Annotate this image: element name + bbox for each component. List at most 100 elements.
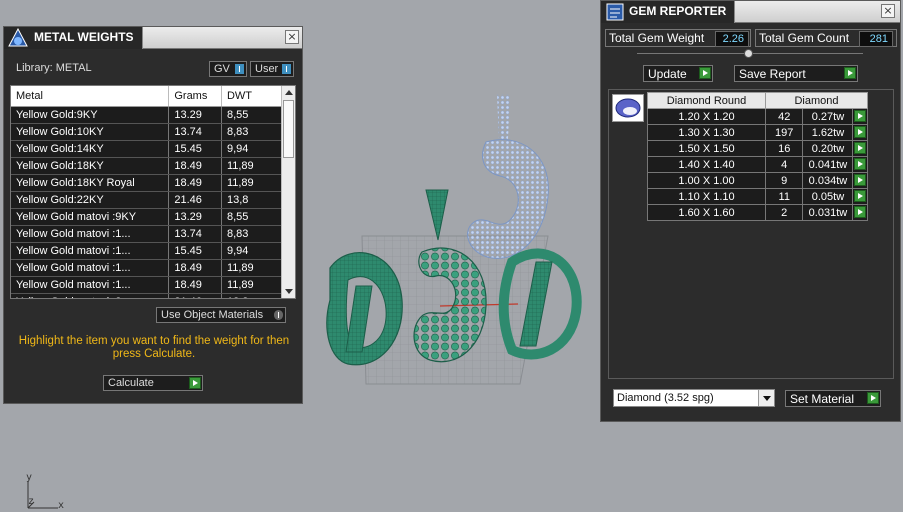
use-object-materials-radio-icon: [274, 310, 283, 320]
metal-cell-grams: 13.29: [168, 106, 222, 124]
total-gem-weight-value: 2.26: [715, 31, 749, 47]
metal-table-row[interactable]: Yellow Gold:10KY 13.74 8,83: [11, 123, 284, 141]
gem-cell-count: 4: [764, 156, 804, 173]
gem-row-select-button[interactable]: [852, 124, 868, 141]
update-button[interactable]: Update: [643, 65, 713, 82]
metal-cell-dwt: 13,8: [221, 293, 284, 298]
metal-cell-dwt: 13,8: [221, 191, 284, 209]
col-dwt-header[interactable]: DWT: [221, 86, 284, 107]
save-report-button[interactable]: Save Report: [734, 65, 858, 82]
calculate-label: Calculate: [108, 377, 154, 389]
metal-table-scrollbar[interactable]: [281, 86, 295, 298]
col-metal-header[interactable]: Metal: [11, 86, 170, 107]
gem-row-select-button[interactable]: [852, 140, 868, 157]
diamond-round-thumbnail[interactable]: [612, 94, 644, 122]
splitter-handle[interactable]: [637, 49, 863, 58]
metal-table-row[interactable]: Yellow Gold matovi :1... 18.49 11,89: [11, 259, 284, 277]
gem-row-select-button[interactable]: [852, 172, 868, 189]
gem-cell-count: 9: [764, 172, 804, 189]
gem-reporter-close-button[interactable]: ×: [881, 4, 895, 18]
metal-table-row[interactable]: Yellow Gold:22KY 21.46 13,8: [11, 191, 284, 209]
gem-table-row[interactable]: 1.50 X 1.50 16 0.20tw: [647, 140, 868, 157]
gem-row-go-icon: [854, 190, 867, 202]
metal-cell-metal: Yellow Gold matovi :1...: [11, 242, 170, 260]
metal-cell-dwt: 11,89: [221, 259, 284, 277]
metal-table-row[interactable]: Yellow Gold:14KY 15.45 9,94: [11, 140, 284, 158]
metal-table-row[interactable]: Yellow Gold matovi :2...21.4613,8: [11, 293, 284, 298]
metal-table-row[interactable]: Yellow Gold:18KY Royal 18.49 11,89: [11, 174, 284, 192]
gem-reporter-panel: GEM REPORTER × Total Gem Weight 2.26 Tot…: [600, 0, 901, 422]
metal-cell-dwt: 8,55: [221, 208, 284, 226]
gem-row-go-icon: [854, 110, 867, 122]
total-gem-count-value: 281: [859, 31, 893, 47]
metal-table-row[interactable]: Yellow Gold:9KY 13.29 8,55: [11, 106, 284, 124]
gem-cell-weight: 0.20tw: [802, 140, 854, 157]
gem-cell-weight: 1.62tw: [802, 124, 854, 141]
axis-y-label: y: [26, 472, 33, 483]
chevron-down-icon[interactable]: [758, 390, 774, 406]
gv-toggle-button[interactable]: GV: [209, 61, 247, 77]
gem-row-select-button[interactable]: [852, 204, 868, 221]
metal-cell-dwt: 8,55: [221, 106, 284, 124]
gem-reporter-logo-icon: [606, 3, 624, 21]
metal-table-row[interactable]: Yellow Gold matovi :1... 18.49 11,89: [11, 276, 284, 294]
set-material-go-icon: [867, 392, 879, 404]
gem-table: Diamond Round Diamond 1.20 X 1.20 42 0.27t…: [647, 92, 868, 221]
gem-table-row[interactable]: 1.10 X 1.10 11 0.05tw: [647, 188, 868, 205]
metal-table[interactable]: Metal Grams DWT Yellow Gold:9KY 13.29 8,55…: [10, 85, 296, 299]
calculate-button[interactable]: Calculate: [103, 375, 203, 391]
scroll-up-icon[interactable]: [285, 90, 293, 95]
gem-table-row[interactable]: 1.40 X 1.40 4 0.041tw: [647, 156, 868, 173]
gem-row-go-icon: [854, 126, 867, 138]
gem-reporter-titlebar[interactable]: GEM REPORTER ×: [601, 1, 900, 23]
gem-row-select-button[interactable]: [852, 156, 868, 173]
metal-weights-title-tab: METAL WEIGHTS: [4, 27, 143, 49]
axis-z-label: z: [28, 496, 35, 507]
metal-table-row[interactable]: Yellow Gold matovi :1... 15.45 9,94: [11, 242, 284, 260]
gem-row-select-button[interactable]: [852, 108, 868, 125]
set-material-button[interactable]: Set Material: [785, 390, 881, 407]
calculate-hint: Highlight the item you want to find the …: [18, 335, 290, 360]
gem-cell-size: 1.40 X 1.40: [647, 156, 766, 173]
col-grams-header[interactable]: Grams: [168, 86, 222, 107]
metal-cell-grams: 13.74: [168, 123, 222, 141]
gem-row-go-icon: [854, 158, 867, 170]
metal-cell-grams: 15.45: [168, 242, 222, 260]
gem-table-row[interactable]: 1.00 X 1.00 9 0.034tw: [647, 172, 868, 189]
metal-table-grid: Metal Grams DWT Yellow Gold:9KY 13.29 8,55…: [11, 86, 284, 298]
gem-row-select-button[interactable]: [852, 188, 868, 205]
metal-table-row[interactable]: Yellow Gold matovi :9KY 13.29 8,55: [11, 208, 284, 226]
scroll-down-icon[interactable]: [285, 289, 293, 294]
use-object-materials-toggle[interactable]: Use Object Materials: [156, 307, 286, 323]
splitter-knob-icon[interactable]: [744, 49, 753, 58]
metal-cell-metal: Yellow Gold:18KY: [11, 157, 170, 175]
metal-weights-logo-icon: [8, 28, 28, 47]
scroll-thumb[interactable]: [283, 100, 294, 158]
material-select[interactable]: Diamond (3.52 spg): [613, 389, 775, 407]
metal-table-row[interactable]: Yellow Gold:18KY 18.49 11,89: [11, 157, 284, 175]
metal-weights-titlebar[interactable]: METAL WEIGHTS ×: [4, 27, 302, 49]
gv-toggle-label: GV: [214, 63, 230, 75]
library-label: Library: METAL: [16, 62, 92, 74]
gem-table-row[interactable]: 1.60 X 1.60 2 0.031tw: [647, 204, 868, 221]
metal-cell-grams: 15.45: [168, 140, 222, 158]
metal-cell-dwt: 8,83: [221, 123, 284, 141]
metal-table-header: Metal Grams DWT: [11, 86, 284, 107]
user-toggle-button[interactable]: User: [250, 61, 294, 77]
green-bail: [425, 189, 449, 241]
col-diamond-round-header: Diamond Round: [647, 92, 766, 109]
save-report-go-icon: [844, 67, 856, 79]
metal-cell-metal: Yellow Gold matovi :1...: [11, 225, 170, 243]
blue-bail: [497, 94, 510, 140]
metal-cell-metal: Yellow Gold:10KY: [11, 123, 170, 141]
gem-row-go-icon: [854, 142, 867, 154]
gem-cell-weight: 0.041tw: [802, 156, 854, 173]
gem-table-row[interactable]: 1.20 X 1.20 42 0.27tw: [647, 108, 868, 125]
metal-weights-close-button[interactable]: ×: [285, 30, 299, 44]
metal-cell-metal: Yellow Gold:14KY: [11, 140, 170, 158]
gem-list-area: Diamond Round Diamond 1.20 X 1.20 42 0.27t…: [608, 89, 894, 379]
gem-table-row[interactable]: 1.30 X 1.30 197 1.62tw: [647, 124, 868, 141]
gem-row-go-icon: [854, 206, 867, 218]
metal-table-row[interactable]: Yellow Gold matovi :1... 13.74 8,83: [11, 225, 284, 243]
metal-cell-grams: 18.49: [168, 174, 222, 192]
